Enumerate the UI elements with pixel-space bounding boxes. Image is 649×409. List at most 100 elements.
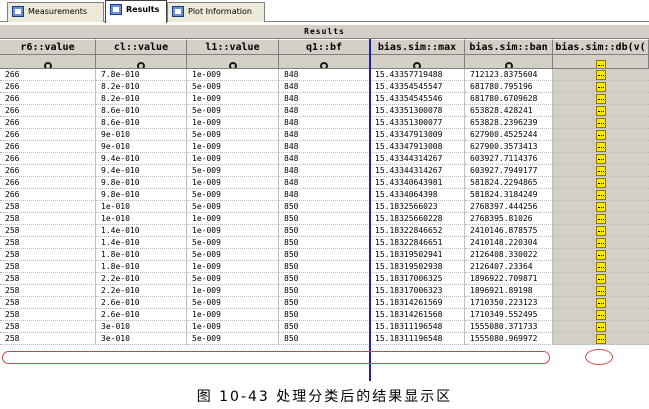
table-cell[interactable]: 258 <box>0 285 96 297</box>
table-cell[interactable]: 8.6e-010 <box>96 117 187 129</box>
table-cell[interactable]: 1e-009 <box>187 309 279 321</box>
table-cell[interactable]: 15.43344314267 <box>370 165 465 177</box>
table-cell[interactable]: 1e-009 <box>187 153 279 165</box>
table-cell[interactable]: 1e-009 <box>187 225 279 237</box>
document-icon[interactable] <box>596 322 606 332</box>
table-cell[interactable]: 266 <box>0 93 96 105</box>
table-cell[interactable]: 5e-009 <box>187 129 279 141</box>
table-cell[interactable]: 258 <box>0 321 96 333</box>
table-row[interactable]: 258 3e-010 1e-009 850 15.18311196548 1555080.… <box>0 321 649 333</box>
table-row[interactable]: 258 1.8e-010 1e-009 850 15.18319502938 212640… <box>0 261 649 273</box>
document-icon[interactable] <box>596 106 606 116</box>
table-row[interactable]: 258 1.4e-010 5e-009 850 15.18322846651 241014… <box>0 237 649 249</box>
table-cell[interactable]: 1e-009 <box>187 285 279 297</box>
lock-icon[interactable] <box>320 62 328 68</box>
table-cell[interactable]: 258 <box>0 237 96 249</box>
table-cell[interactable]: 258 <box>0 309 96 321</box>
table-cell[interactable]: 850 <box>279 213 370 225</box>
document-icon[interactable] <box>596 178 606 188</box>
table-cell[interactable]: 850 <box>279 309 370 321</box>
table-row[interactable]: 266 9e-010 1e-009 848 15.43347913008 627900.3… <box>0 141 649 153</box>
document-icon[interactable] <box>596 274 606 284</box>
tab-results[interactable]: Results <box>105 0 167 23</box>
document-icon[interactable] <box>596 70 606 80</box>
table-cell[interactable]: 850 <box>279 261 370 273</box>
table-cell[interactable]: 1896922.709871 <box>465 273 553 285</box>
document-icon[interactable] <box>596 142 606 152</box>
table-row[interactable]: 266 8.6e-010 1e-009 848 15.43351300077 653828… <box>0 117 649 129</box>
table-row[interactable]: 258 1.8e-010 5e-009 850 15.18319502941 212640… <box>0 249 649 261</box>
table-cell[interactable]: 258 <box>0 261 96 273</box>
table-cell[interactable]: 850 <box>279 201 370 213</box>
table-row[interactable]: 258 2.6e-010 5e-009 850 15.18314261569 171035… <box>0 297 649 309</box>
lock-icon[interactable] <box>504 62 513 68</box>
table-cell[interactable]: 266 <box>0 81 96 93</box>
document-icon[interactable] <box>596 94 606 104</box>
table-row[interactable]: 258 2.6e-010 1e-009 850 15.18314261568 171034… <box>0 309 649 321</box>
table-cell[interactable]: 15.43347913009 <box>370 129 465 141</box>
table-cell[interactable]: 5e-009 <box>187 165 279 177</box>
table-cell[interactable]: 15.18314261569 <box>370 297 465 309</box>
table-cell[interactable]: 1555080.969972 <box>465 333 553 345</box>
table-cell[interactable]: 258 <box>0 273 96 285</box>
table-row[interactable]: 266 8.2e-010 1e-009 848 15.43354545546 681780… <box>0 93 649 105</box>
table-cell[interactable]: 2768395.81026 <box>465 213 553 225</box>
table-cell[interactable]: 627900.4525244 <box>465 129 553 141</box>
table-row[interactable]: 258 1e-010 1e-009 850 15.18325660228 2768395.… <box>0 213 649 225</box>
document-icon[interactable] <box>596 286 606 296</box>
table-cell[interactable]: 1e-009 <box>187 177 279 189</box>
table-cell[interactable]: 848 <box>279 177 370 189</box>
table-cell[interactable]: 848 <box>279 81 370 93</box>
table-cell[interactable]: 15.18319502938 <box>370 261 465 273</box>
table-cell[interactable]: 1e-009 <box>187 93 279 105</box>
table-cell[interactable]: 15.18322846651 <box>370 237 465 249</box>
table-row[interactable]: 258 1.4e-010 1e-009 850 15.18322846652 241014… <box>0 225 649 237</box>
table-cell[interactable]: 266 <box>0 69 96 81</box>
table-cell[interactable]: 653828.2396239 <box>465 117 553 129</box>
table-cell[interactable]: 266 <box>0 129 96 141</box>
table-cell[interactable]: 258 <box>0 249 96 261</box>
table-cell[interactable]: 5e-009 <box>187 249 279 261</box>
table-cell[interactable]: 15.18319502941 <box>370 249 465 261</box>
table-cell[interactable]: 627900.3573413 <box>465 141 553 153</box>
column-header[interactable]: q1::bf <box>279 39 370 55</box>
table-cell[interactable]: 266 <box>0 165 96 177</box>
table-cell[interactable]: 5e-009 <box>187 297 279 309</box>
table-cell[interactable]: 9.8e-010 <box>96 189 187 201</box>
table-cell[interactable]: 681780.795196 <box>465 81 553 93</box>
table-cell[interactable]: 15.1832566023 <box>370 201 465 213</box>
table-row[interactable]: 266 9.8e-010 1e-009 848 15.43340643981 581824… <box>0 177 649 189</box>
table-cell[interactable]: 3e-010 <box>96 321 187 333</box>
table-cell[interactable]: 581824.2294865 <box>465 177 553 189</box>
table-cell[interactable]: 9e-010 <box>96 129 187 141</box>
table-cell[interactable]: 5e-009 <box>187 189 279 201</box>
table-cell[interactable]: 8.2e-010 <box>96 81 187 93</box>
table-cell[interactable]: 848 <box>279 93 370 105</box>
table-row[interactable]: 266 9.8e-010 5e-009 848 15.4334064398 581824.… <box>0 189 649 201</box>
table-cell[interactable]: 1.4e-010 <box>96 237 187 249</box>
table-row[interactable]: 266 8.6e-010 5e-009 848 15.43351300078 653828… <box>0 105 649 117</box>
table-cell[interactable]: 848 <box>279 105 370 117</box>
lock-icon[interactable] <box>413 62 421 68</box>
table-cell[interactable]: 848 <box>279 165 370 177</box>
table-cell[interactable]: 5e-009 <box>187 333 279 345</box>
table-cell[interactable]: 7.8e-010 <box>96 69 187 81</box>
table-cell[interactable]: 266 <box>0 117 96 129</box>
column-header[interactable]: bias.sim::ban <box>465 39 553 55</box>
table-cell[interactable]: 1e-009 <box>187 213 279 225</box>
table-cell[interactable]: 15.18311196548 <box>370 333 465 345</box>
table-cell[interactable]: 15.18322846652 <box>370 225 465 237</box>
document-icon[interactable] <box>596 238 606 248</box>
table-cell[interactable]: 266 <box>0 177 96 189</box>
table-cell[interactable]: 850 <box>279 237 370 249</box>
table-cell[interactable]: 2410146.878575 <box>465 225 553 237</box>
table-cell[interactable]: 848 <box>279 153 370 165</box>
table-cell[interactable]: 2.6e-010 <box>96 309 187 321</box>
document-icon[interactable] <box>596 202 606 212</box>
table-cell[interactable]: 850 <box>279 333 370 345</box>
table-cell[interactable]: 1555080.371733 <box>465 321 553 333</box>
table-cell[interactable]: 1e-009 <box>187 69 279 81</box>
table-cell[interactable]: 15.43347913008 <box>370 141 465 153</box>
table-row[interactable]: 266 9.4e-010 5e-009 848 15.43344314267 603927… <box>0 165 649 177</box>
document-icon[interactable] <box>596 262 606 272</box>
